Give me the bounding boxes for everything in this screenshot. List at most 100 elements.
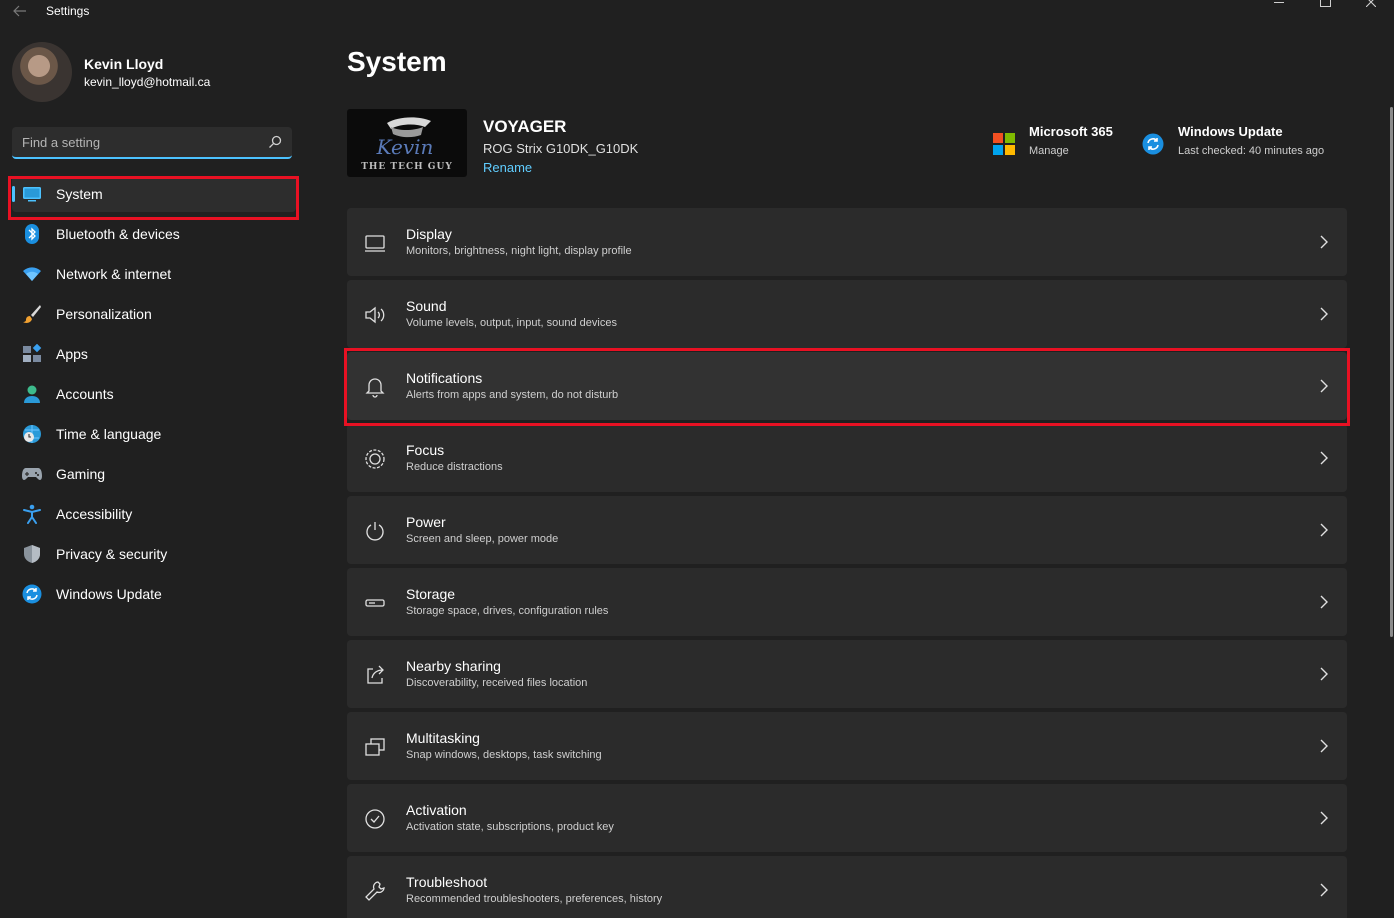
microsoft-logo-icon <box>993 133 1015 155</box>
chevron-right-icon <box>1320 307 1328 321</box>
sidebar-item-network[interactable]: Network & internet <box>12 256 296 292</box>
card-title: Activation <box>406 802 467 818</box>
setting-card-display[interactable]: Display Monitors, brightness, night ligh… <box>347 208 1347 276</box>
globe-clock-icon <box>22 424 42 444</box>
setting-card-power[interactable]: Power Screen and sleep, power mode <box>347 496 1347 564</box>
speaker-icon <box>365 306 385 324</box>
sidebar-nav: System Bluetooth & devices Network & int… <box>12 176 296 616</box>
user-profile[interactable]: Kevin Lloyd kevin_lloyd@hotmail.ca <box>12 42 210 102</box>
setting-card-notifications[interactable]: Notifications Alerts from apps and syste… <box>347 352 1347 420</box>
chevron-right-icon <box>1320 595 1328 609</box>
scrollbar[interactable] <box>1390 107 1393 637</box>
gamepad-icon <box>22 464 42 484</box>
search-box[interactable] <box>12 127 292 159</box>
shield-icon <box>22 544 42 564</box>
sidebar-item-privacy[interactable]: Privacy & security <box>12 536 296 572</box>
search-icon[interactable] <box>268 135 282 149</box>
sidebar-item-bluetooth[interactable]: Bluetooth & devices <box>12 216 296 252</box>
thumb-text-kevin: Kevin <box>376 135 434 159</box>
sidebar-item-personalization[interactable]: Personalization <box>12 296 296 332</box>
card-subtitle: Reduce distractions <box>406 461 503 473</box>
minimize-button[interactable] <box>1256 0 1302 10</box>
back-arrow-icon[interactable] <box>10 2 30 20</box>
sidebar: Kevin Lloyd kevin_lloyd@hotmail.ca Syste… <box>0 24 310 918</box>
chevron-right-icon <box>1320 811 1328 825</box>
sidebar-item-gaming[interactable]: Gaming <box>12 456 296 492</box>
focus-icon <box>365 449 385 469</box>
search-input[interactable] <box>22 134 268 150</box>
wrench-icon <box>365 881 385 901</box>
card-subtitle: Discoverability, received files location <box>406 677 588 689</box>
sidebar-item-label: Network & internet <box>56 266 172 282</box>
device-name: VOYAGER <box>483 117 567 136</box>
setting-card-storage[interactable]: Storage Storage space, drives, configura… <box>347 568 1347 636</box>
windows-update-quick-link[interactable]: Windows Update Last checked: 40 minutes … <box>1142 124 1324 157</box>
sidebar-item-windows-update[interactable]: Windows Update <box>12 576 296 612</box>
chevron-right-icon <box>1320 883 1328 897</box>
card-title: Troubleshoot <box>406 874 488 890</box>
card-subtitle: Storage space, drives, configuration rul… <box>406 605 609 617</box>
sidebar-item-label: Privacy & security <box>56 546 168 562</box>
microsoft365-title: Microsoft 365 <box>1029 124 1113 139</box>
main-content: System Kevin THE TECH GUY VOYAGER ROG St… <box>344 24 1350 918</box>
chevron-right-icon <box>1320 235 1328 249</box>
bell-icon <box>365 378 385 398</box>
apps-icon <box>22 344 42 364</box>
profile-email: kevin_lloyd@hotmail.ca <box>84 74 211 89</box>
sidebar-item-label: Gaming <box>56 466 106 482</box>
card-title: Storage <box>406 586 456 602</box>
paintbrush-icon <box>22 304 42 324</box>
thumb-text-tagline: THE TECH GUY <box>361 162 453 172</box>
sidebar-item-accounts[interactable]: Accounts <box>12 376 296 412</box>
card-title: Notifications <box>406 370 483 386</box>
storage-icon <box>365 599 385 607</box>
maximize-button[interactable] <box>1302 0 1348 10</box>
card-subtitle: Monitors, brightness, night light, displ… <box>406 245 632 257</box>
device-model: ROG Strix G10DK_G10DK <box>483 141 639 156</box>
card-subtitle: Snap windows, desktops, task switching <box>406 749 602 761</box>
setting-card-focus[interactable]: Focus Reduce distractions <box>347 424 1347 492</box>
avatar <box>12 42 72 102</box>
device-wallpaper-thumbnail: Kevin THE TECH GUY <box>347 109 467 177</box>
windows-update-status: Last checked: 40 minutes ago <box>1178 145 1325 157</box>
power-icon <box>366 522 384 541</box>
device-card: Kevin THE TECH GUY VOYAGER ROG Strix G10… <box>347 109 638 177</box>
setting-card-troubleshoot[interactable]: Troubleshoot Recommended troubleshooters… <box>347 856 1347 918</box>
card-subtitle: Recommended troubleshooters, preferences… <box>406 893 663 905</box>
sidebar-item-label: Apps <box>56 346 88 362</box>
sidebar-item-label: Accounts <box>56 386 114 402</box>
windows-update-title: Windows Update <box>1178 124 1283 139</box>
card-title: Display <box>406 226 452 242</box>
accessibility-icon <box>22 504 42 524</box>
card-title: Power <box>406 514 446 530</box>
setting-card-multitasking[interactable]: Multitasking Snap windows, desktops, tas… <box>347 712 1347 780</box>
close-button[interactable] <box>1348 0 1394 10</box>
window-title: Settings <box>46 4 90 18</box>
sidebar-item-time-language[interactable]: Time & language <box>12 416 296 452</box>
card-subtitle: Screen and sleep, power mode <box>406 533 559 545</box>
close-icon <box>1366 0 1376 7</box>
checkmark-circle-icon <box>365 809 385 829</box>
microsoft365-quick-link[interactable]: Microsoft 365 Manage <box>993 124 1113 157</box>
microsoft365-manage: Manage <box>1029 145 1069 157</box>
card-title: Sound <box>406 298 447 314</box>
sidebar-item-label: Windows Update <box>56 586 162 602</box>
wifi-icon <box>22 264 42 284</box>
person-icon <box>22 384 42 404</box>
card-title: Multitasking <box>406 730 480 746</box>
rename-link[interactable]: Rename <box>483 160 532 175</box>
chevron-right-icon <box>1320 379 1328 393</box>
sidebar-item-system[interactable]: System <box>12 176 296 212</box>
card-subtitle: Activation state, subscriptions, product… <box>406 821 614 833</box>
setting-card-sound[interactable]: Sound Volume levels, output, input, soun… <box>347 280 1347 348</box>
profile-name: Kevin Lloyd <box>84 55 164 72</box>
chevron-right-icon <box>1320 667 1328 681</box>
card-subtitle: Alerts from apps and system, do not dist… <box>406 389 619 401</box>
page-title: System <box>347 46 447 77</box>
sidebar-item-apps[interactable]: Apps <box>12 336 296 372</box>
sidebar-item-accessibility[interactable]: Accessibility <box>12 496 296 532</box>
share-icon <box>367 665 384 684</box>
setting-card-nearby-sharing[interactable]: Nearby sharing Discoverability, received… <box>347 640 1347 708</box>
setting-card-activation[interactable]: Activation Activation state, subscriptio… <box>347 784 1347 852</box>
sidebar-item-label: Accessibility <box>56 506 133 522</box>
